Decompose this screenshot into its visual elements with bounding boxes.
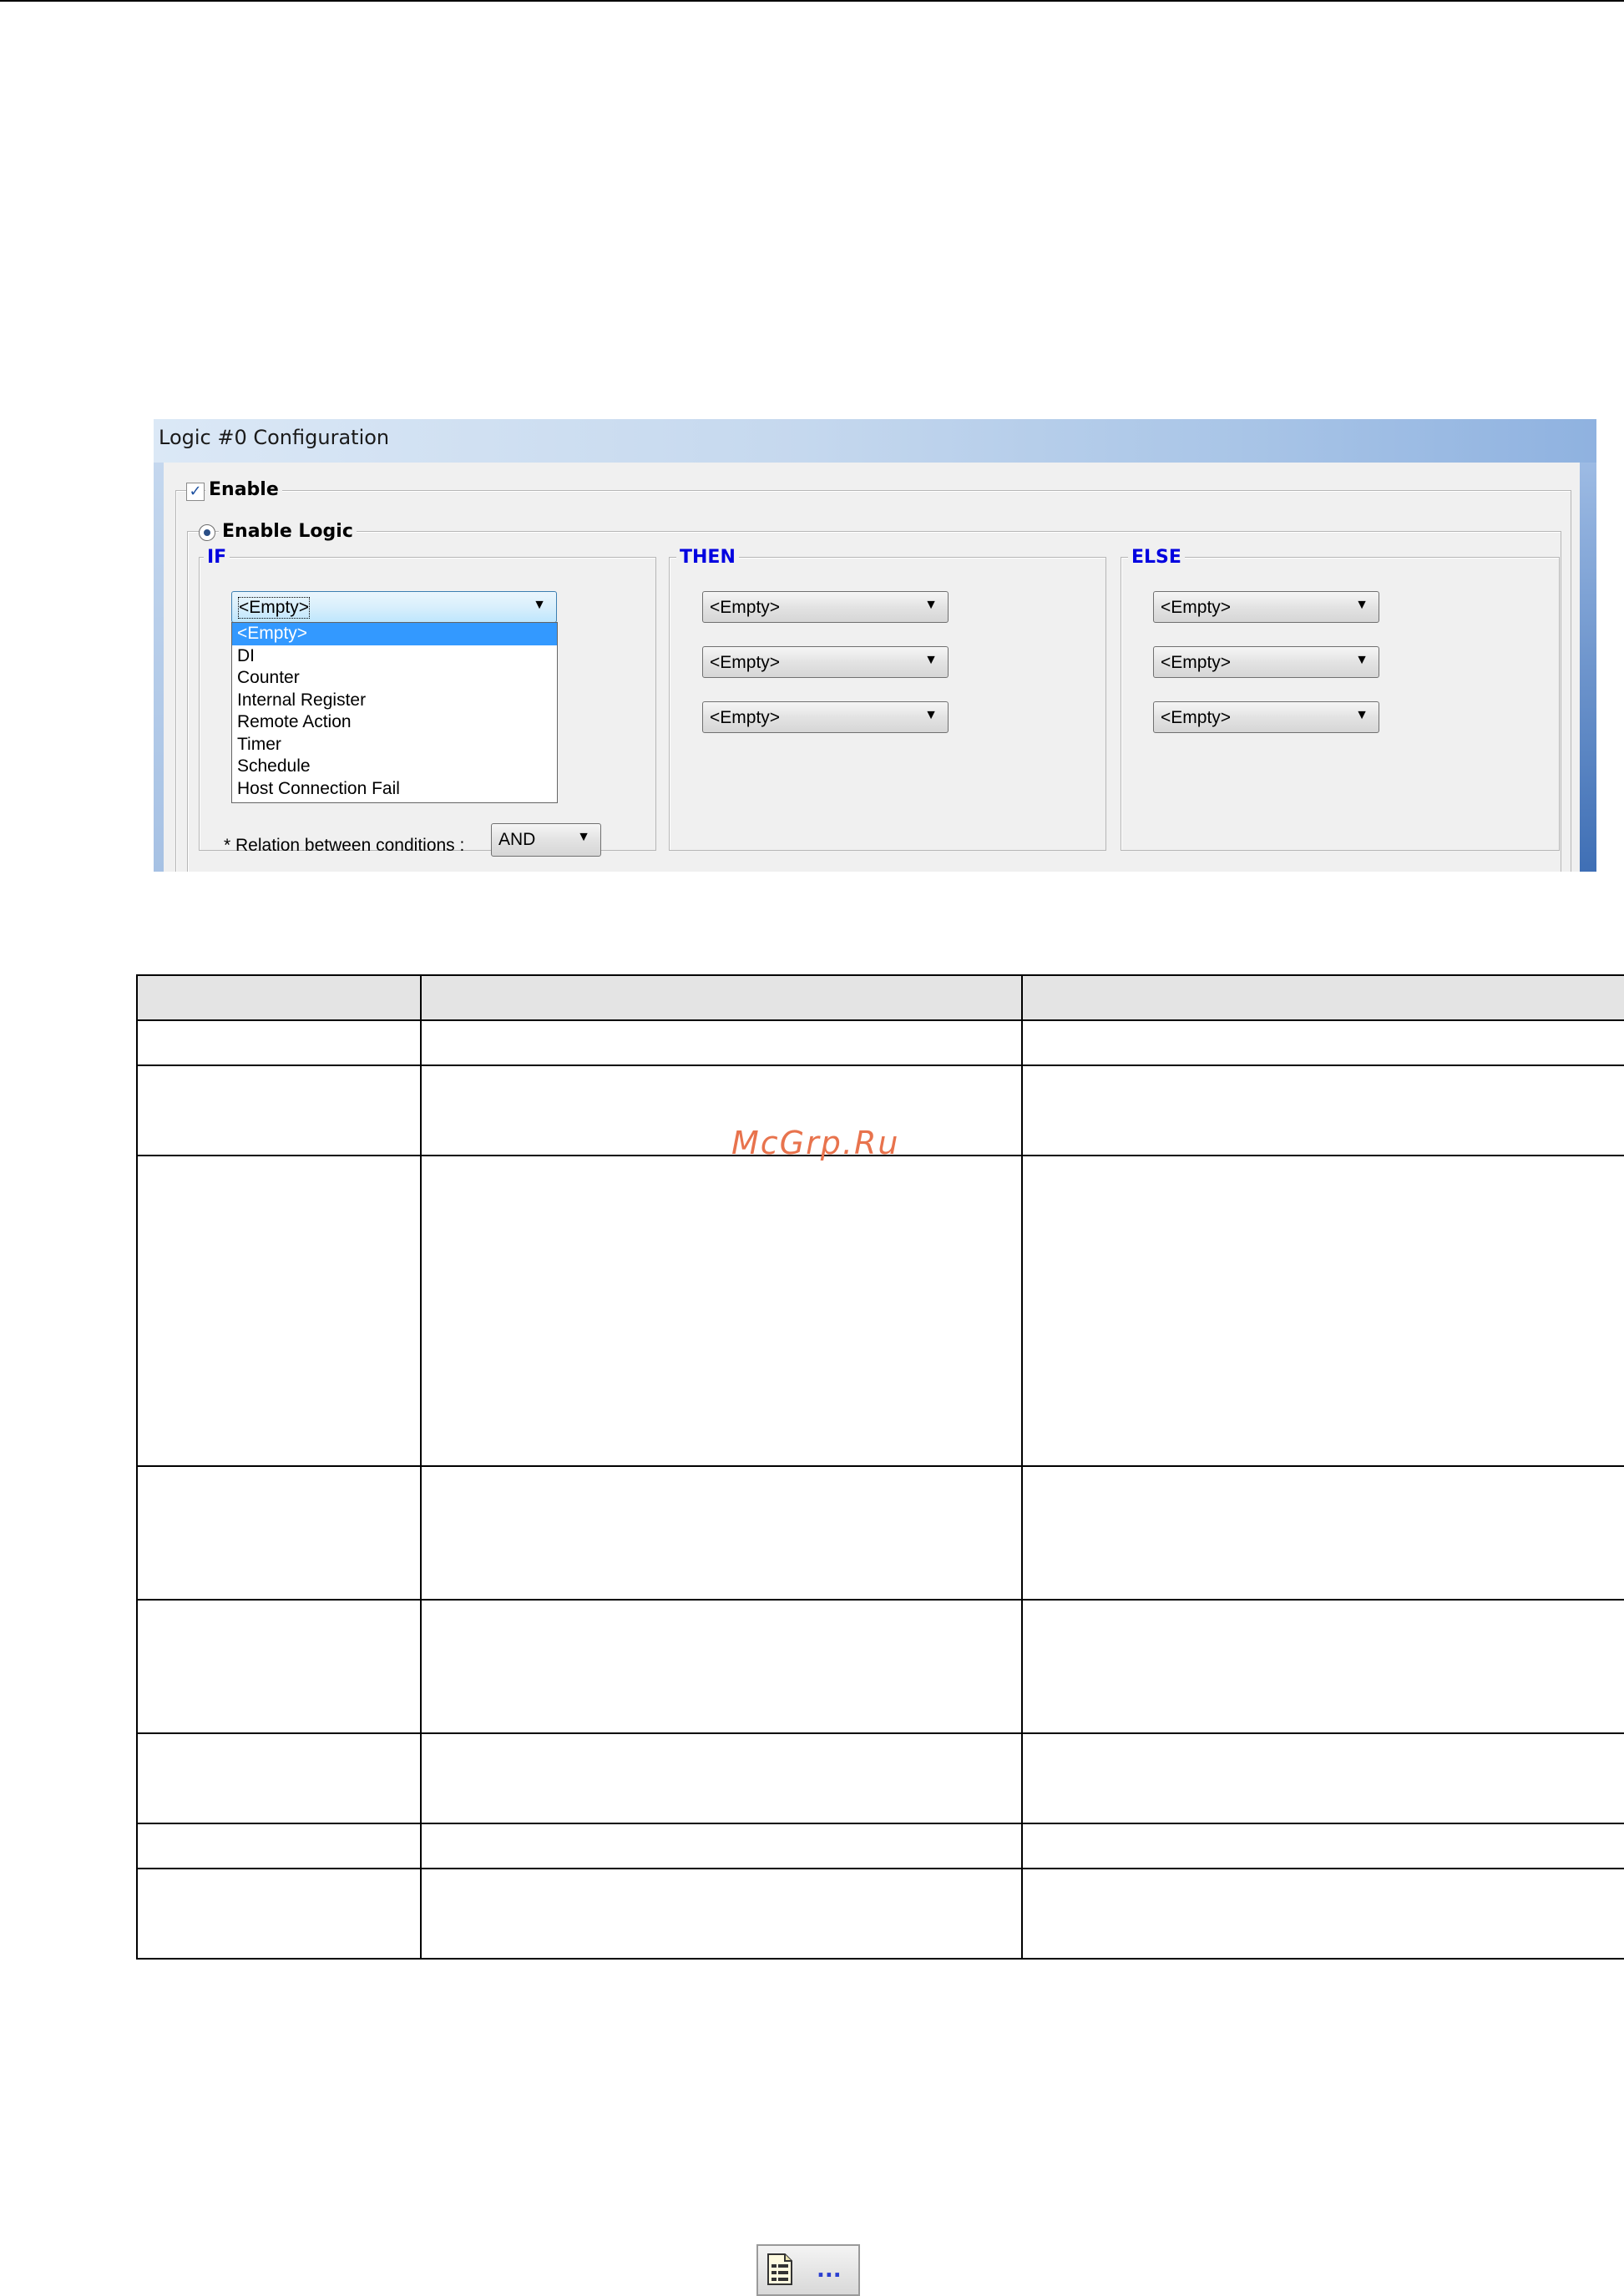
- table-row: [136, 1465, 1624, 1601]
- document-properties-icon: [767, 2253, 792, 2285]
- enable-checkbox[interactable]: ✓: [186, 483, 205, 501]
- chevron-down-icon: ▼: [1355, 653, 1369, 667]
- table-row: [136, 1599, 1624, 1734]
- enable-logic-label: Enable Logic: [219, 521, 357, 542]
- table-cell: [1021, 1019, 1624, 1066]
- table-cell: [136, 1823, 422, 1869]
- table-cell: [420, 1599, 1023, 1734]
- table-header-cell: [136, 974, 422, 1021]
- window-frame-left: [154, 463, 164, 872]
- table-header-cell: [1021, 974, 1624, 1021]
- else-action-combo-2[interactable]: <Empty> ▼: [1153, 646, 1379, 678]
- table-row: [136, 1823, 1624, 1869]
- if-condition-combo[interactable]: <Empty> ▼: [231, 591, 557, 623]
- table-cell: [136, 1732, 422, 1824]
- dropdown-option[interactable]: Remote Action: [232, 711, 557, 734]
- table-row: [136, 1019, 1624, 1066]
- table-cell: [136, 1599, 422, 1734]
- dialog-title: Logic #0 Configuration: [159, 426, 390, 449]
- relation-combo-value: AND: [498, 830, 536, 849]
- table-row: [136, 1732, 1624, 1824]
- then-caption: THEN: [676, 547, 739, 568]
- else-action-combo-3[interactable]: <Empty> ▼: [1153, 701, 1379, 733]
- settings-table: [136, 974, 1624, 1960]
- table-cell: [136, 1065, 422, 1156]
- table-cell: [1021, 1065, 1624, 1156]
- dropdown-option[interactable]: Timer: [232, 734, 557, 756]
- logic-configuration-dialog: Logic #0 Configuration ✓ Enable Enable L…: [154, 419, 1596, 872]
- if-combo-value: <Empty>: [237, 597, 311, 619]
- if-caption: IF: [204, 547, 230, 568]
- dropdown-option[interactable]: Internal Register: [232, 690, 557, 712]
- table-cell: [420, 1065, 1023, 1156]
- ellipsis-label: ...: [817, 2258, 842, 2283]
- chevron-down-icon: ▼: [924, 708, 938, 722]
- dropdown-option[interactable]: Counter: [232, 667, 557, 690]
- page-top-rule: [0, 0, 1624, 2]
- enable-label: Enable: [205, 479, 282, 500]
- document-properties-button[interactable]: ...: [756, 2244, 860, 2296]
- table-cell: [1021, 1465, 1624, 1601]
- else-combo-value: <Empty>: [1161, 598, 1232, 617]
- table-cell: [136, 1868, 422, 1960]
- enable-logic-radio[interactable]: [199, 524, 215, 541]
- then-combo-value: <Empty>: [710, 653, 781, 672]
- chevron-down-icon: ▼: [924, 598, 938, 612]
- relation-label: * Relation between conditions :: [224, 836, 465, 855]
- table-cell: [136, 1019, 422, 1066]
- chevron-down-icon: ▼: [533, 598, 546, 612]
- chevron-down-icon: ▼: [924, 653, 938, 667]
- table-cell: [1021, 1155, 1624, 1467]
- table-cell: [420, 1868, 1023, 1960]
- dropdown-option[interactable]: DI: [232, 645, 557, 668]
- window-frame-right: [1580, 463, 1596, 872]
- table-cell: [420, 1823, 1023, 1869]
- table-row: [136, 1868, 1624, 1960]
- table-cell: [420, 1732, 1023, 1824]
- then-action-combo-3[interactable]: <Empty> ▼: [702, 701, 949, 733]
- watermark-text: McGrp.Ru: [731, 1125, 900, 1161]
- table-cell: [136, 1465, 422, 1601]
- chevron-down-icon: ▼: [1355, 598, 1369, 612]
- dropdown-option[interactable]: Schedule: [232, 756, 557, 778]
- if-condition-dropdown-list[interactable]: <Empty> DI Counter Internal Register Rem…: [231, 622, 558, 803]
- then-action-combo-2[interactable]: <Empty> ▼: [702, 646, 949, 678]
- chevron-down-icon: ▼: [577, 830, 590, 844]
- relation-combo[interactable]: AND ▼: [491, 823, 601, 857]
- table-header-row: [136, 974, 1624, 1021]
- dialog-body: ✓ Enable Enable Logic IF <Empty> ▼ * Rel…: [164, 463, 1580, 872]
- table-cell: [1021, 1868, 1624, 1960]
- else-combo-value: <Empty>: [1161, 708, 1232, 727]
- table-cell: [420, 1465, 1023, 1601]
- else-caption: ELSE: [1128, 547, 1185, 568]
- else-combo-value: <Empty>: [1161, 653, 1232, 672]
- else-action-combo-1[interactable]: <Empty> ▼: [1153, 591, 1379, 623]
- then-combo-value: <Empty>: [710, 708, 781, 727]
- dialog-titlebar[interactable]: Logic #0 Configuration: [154, 419, 1596, 463]
- table-row: [136, 1155, 1624, 1467]
- then-action-combo-1[interactable]: <Empty> ▼: [702, 591, 949, 623]
- table-cell: [1021, 1599, 1624, 1734]
- table-cell: [136, 1155, 422, 1467]
- table-cell: [420, 1019, 1023, 1066]
- table-cell: [1021, 1823, 1624, 1869]
- table-cell: [420, 1155, 1023, 1467]
- table-header-cell: [420, 974, 1023, 1021]
- table-cell: [1021, 1732, 1624, 1824]
- dropdown-option[interactable]: Host Connection Fail: [232, 778, 557, 801]
- dropdown-option[interactable]: <Empty>: [232, 623, 557, 645]
- then-combo-value: <Empty>: [710, 598, 781, 617]
- chevron-down-icon: ▼: [1355, 708, 1369, 722]
